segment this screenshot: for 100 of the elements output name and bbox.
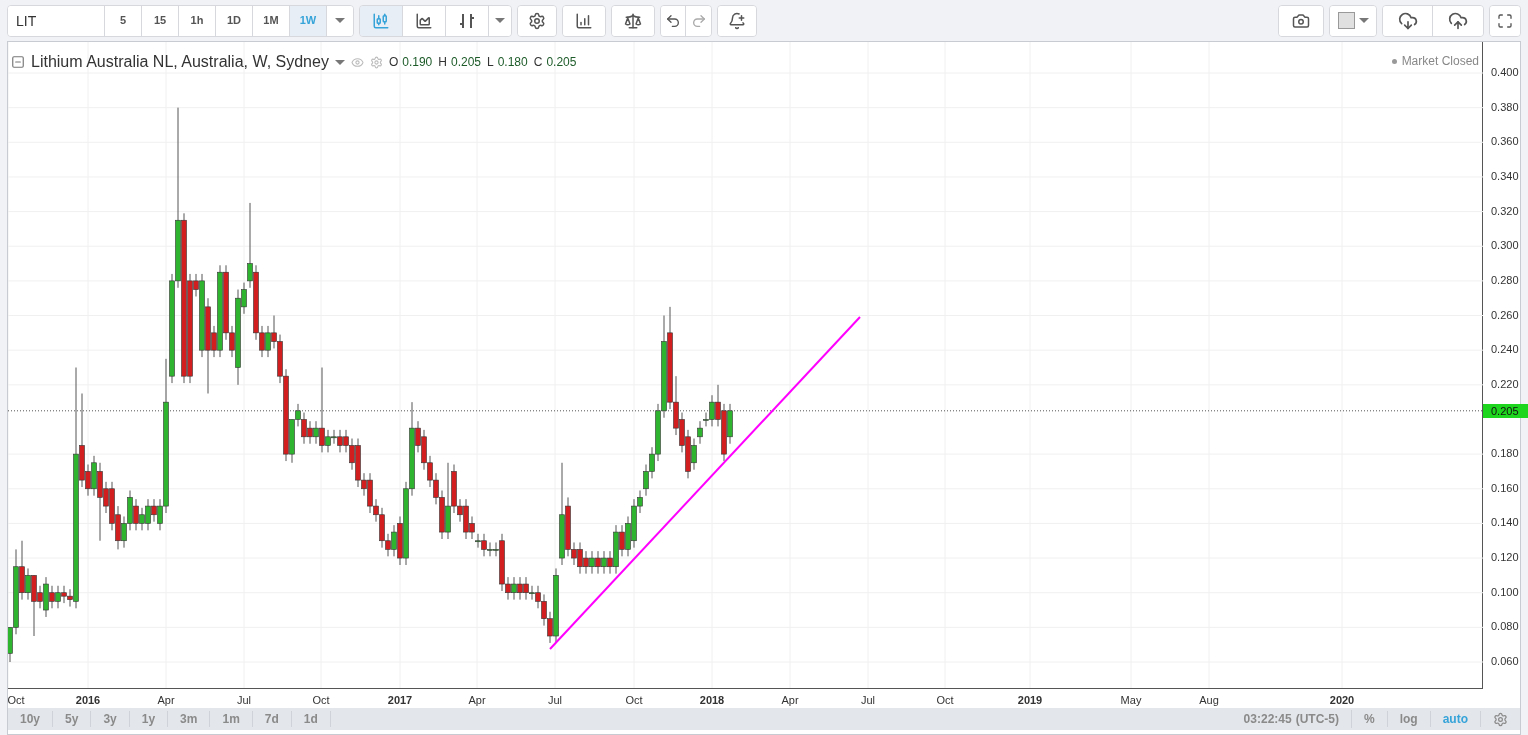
price-tick-label: 0.240 [1491, 344, 1519, 356]
cloud-download-icon [1397, 10, 1418, 31]
price-tick-label: 0.320 [1491, 205, 1519, 217]
chart-style-dropdown-button[interactable] [489, 5, 511, 36]
price-tick-label: 0.160 [1491, 482, 1519, 494]
price-tick-label: 0.300 [1491, 240, 1519, 252]
ohlc-key: L [487, 53, 494, 71]
caret-icon [334, 59, 345, 65]
price-tick-label: 0.120 [1491, 552, 1519, 564]
range-button[interactable]: 3m [168, 711, 211, 727]
ohlc-key: C [533, 53, 543, 71]
range-button[interactable]: 5y [53, 711, 92, 727]
time-tick-label: Oct [936, 693, 954, 708]
timezone-label: (UTC-5) [1295, 710, 1352, 728]
ohlc-key: H [438, 53, 447, 71]
fullscreen-button[interactable] [1490, 5, 1520, 36]
interval-button[interactable]: 1h [179, 5, 216, 36]
settings-icon [528, 11, 546, 30]
time-tick-label: Oct [7, 693, 25, 708]
interval-button[interactable]: 1D [216, 5, 253, 36]
caret-icon [335, 18, 345, 23]
time-tick-label: Jul [236, 693, 252, 708]
candlestick-icon [372, 11, 390, 30]
trend-line[interactable] [549, 316, 861, 650]
price-tick-label: 0.340 [1491, 170, 1519, 182]
clock-time: 03:22:45 [1243, 711, 1293, 728]
time-tick-label: Jul [860, 693, 876, 708]
range-button[interactable]: 1m [210, 711, 253, 727]
symbol-input[interactable]: LIT [8, 5, 105, 36]
time-tick-label: Apr [781, 693, 799, 708]
cloud-upload-icon [1448, 10, 1468, 31]
range-button[interactable]: 3y [91, 711, 130, 727]
collapse-icon[interactable] [11, 55, 25, 69]
area-chart-icon [415, 11, 433, 30]
bell-plus-icon [728, 11, 746, 30]
caret-icon [495, 18, 505, 23]
scale-icon [624, 11, 642, 30]
price-tick-label: 0.380 [1491, 101, 1519, 113]
color-picker-button[interactable] [1330, 5, 1376, 36]
price-tick-label: 0.220 [1491, 378, 1519, 390]
settings-button[interactable] [518, 5, 556, 36]
bar-chart-icon [458, 11, 476, 30]
last-price-label: 0.205 [1483, 403, 1528, 418]
ohlc-key: O [388, 53, 399, 71]
save-button[interactable] [1433, 5, 1483, 36]
scale-toggle[interactable]: log [1387, 711, 1431, 727]
price-tick-label: 0.100 [1491, 586, 1519, 598]
alert-button[interactable] [718, 5, 756, 36]
ohlc-value: 0.180 [497, 54, 528, 71]
time-tick-label: Oct [312, 693, 330, 708]
rising-bars-icon [575, 11, 593, 30]
time-tick-label: 2020 [1329, 693, 1355, 708]
time-tick-label: May [1120, 693, 1142, 708]
camera-icon [1292, 11, 1310, 30]
interval-button[interactable]: 15 [142, 5, 179, 36]
interval-dropdown-button[interactable] [327, 5, 353, 36]
price-tick-label: 0.080 [1491, 621, 1519, 633]
time-tick-label: 2019 [1017, 693, 1043, 708]
price-tick-label: 0.260 [1491, 309, 1519, 321]
interval-button[interactable]: 1M [253, 5, 290, 36]
market-status: Market Closed [1401, 53, 1479, 70]
time-tick-label: 2018 [699, 693, 725, 708]
time-tick-label: Oct [625, 693, 643, 708]
time-tick-label: Apr [157, 693, 175, 708]
ohlc-value: 0.205 [450, 54, 481, 71]
undo-icon [665, 12, 681, 29]
chart-style-button[interactable] [446, 5, 489, 36]
price-tick-label: 0.280 [1491, 274, 1519, 286]
price-tick-label: 0.400 [1491, 67, 1519, 78]
indicators-button[interactable] [563, 5, 605, 36]
time-tick-label: Apr [468, 693, 486, 708]
interval-button[interactable]: 1W [290, 5, 327, 36]
snapshot-button[interactable] [1279, 5, 1323, 36]
chart-style-button[interactable] [403, 5, 446, 36]
color-swatch-icon [1337, 12, 1355, 29]
range-button[interactable]: 1d [291, 711, 331, 727]
undo-button[interactable] [661, 5, 686, 36]
time-tick-label: 2016 [75, 693, 101, 708]
scale-toggle[interactable]: auto [1430, 711, 1481, 727]
price-tick-label: 0.140 [1491, 517, 1519, 529]
scale-toggle[interactable]: % [1352, 711, 1388, 727]
redo-icon [690, 12, 707, 29]
load-button[interactable] [1383, 5, 1433, 36]
ohlc-value: 0.205 [546, 54, 577, 71]
time-tick-label: Jul [547, 693, 563, 708]
range-button[interactable]: 1y [129, 711, 169, 727]
price-tick-label: 0.360 [1491, 136, 1519, 148]
time-tick-label: 2017 [387, 693, 413, 708]
range-button[interactable]: 7d [252, 711, 292, 727]
fullscreen-icon [1497, 12, 1513, 29]
caret-icon [1358, 18, 1369, 23]
range-button[interactable]: 10y [8, 711, 54, 727]
price-tick-label: 0.060 [1491, 656, 1519, 667]
compare-button[interactable] [612, 5, 654, 36]
interval-button[interactable]: 5 [105, 5, 142, 36]
chart-title: Lithium Australia NL, Australia, W, Sydney [31, 52, 329, 72]
settings-icon [1493, 711, 1508, 727]
price-tick-label: 0.180 [1491, 448, 1519, 460]
time-tick-label: Aug [1199, 693, 1219, 708]
ohlc-value: 0.190 [402, 54, 433, 71]
